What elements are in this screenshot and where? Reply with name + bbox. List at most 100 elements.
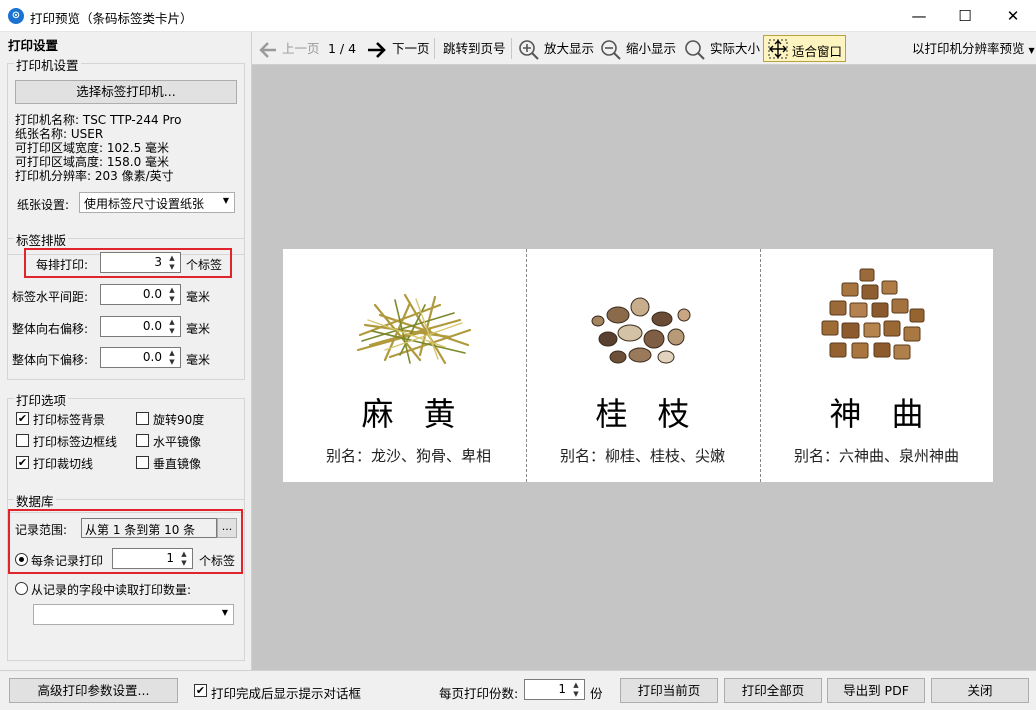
down-offset-stepper[interactable]: 0.0 ▲ ▼ [100,347,181,368]
panel-title: 打印设置 [8,38,59,53]
v-mirror-label: 垂直镜像 [153,457,202,471]
export-pdf-button[interactable]: 导出到 PDF [827,678,925,703]
herb-alias: 别名：六神曲、泉州神曲 [793,447,959,465]
print-cut-checkbox[interactable]: ✔ [16,456,29,469]
fit-window-icon [768,39,788,59]
label-card: 神曲 别名：六神曲、泉州神曲 [760,249,993,482]
range-picker-button[interactable]: ... [217,518,237,538]
database-group: 数据库 记录范围: 从第 1 条到第 10 条 ... 每条记录打印 1 ▲ ▼ … [7,491,245,661]
h-gap-stepper[interactable]: 0.0 ▲ ▼ [100,284,181,305]
down-offset-label: 整体向下偏移: [12,353,89,367]
arrow-right-icon [368,41,386,58]
arrow-left-icon [259,41,276,58]
toolbar-separator [511,38,512,59]
prev-page-button[interactable]: 上一页 [258,32,320,65]
from-field-radio[interactable] [15,582,28,595]
minimize-button[interactable]: — [896,0,942,32]
next-page-button[interactable]: 下一页 [366,32,430,65]
print-all-pages-button[interactable]: 打印全部页 [724,678,822,703]
page-indicator: 1 / 4 [328,41,357,56]
herb-image [821,268,925,360]
options-group-title: 打印选项 [14,390,69,409]
herb-image [356,293,472,365]
close-window-button[interactable]: ✕ [990,0,1036,32]
rotate90-label: 旋转90度 [153,413,205,427]
maximize-button[interactable]: ☐ [942,0,988,32]
herb-alias: 别名：柳桂、桂枝、尖嫩 [559,447,725,465]
copies-value: 1 [558,682,566,696]
bottom-bar: 高级打印参数设置... ✔ 打印完成后显示提示对话框 每页打印份数: 1 ▲ ▼ … [0,670,1036,710]
print-cut-label: 打印裁切线 [33,457,94,471]
per-row-label: 每排打印: [36,258,89,272]
fit-window-button[interactable]: 适合窗口 [763,35,846,62]
next-page-label: 下一页 [391,41,430,56]
range-field[interactable]: 从第 1 条到第 10 条 [81,518,217,538]
chevron-down-icon: ▼ [222,196,229,205]
each-record-label: 每条记录打印 [31,554,104,568]
each-record-value: 1 [166,551,174,565]
magnifier-icon [685,39,705,60]
db-group-title: 数据库 [14,491,56,510]
fit-window-label: 适合窗口 [792,44,843,59]
stepper-arrows-icon[interactable]: ▲ ▼ [166,318,178,336]
copies-label: 每页打印份数: [439,686,519,701]
layout-group-title: 标签排版 [14,230,69,249]
close-button[interactable]: 关闭 [931,678,1029,703]
herb-name: 桂枝 [595,395,720,433]
select-printer-button[interactable]: 选择标签打印机... [15,80,237,104]
right-offset-stepper[interactable]: 0.0 ▲ ▼ [100,316,181,337]
stepper-arrows-icon[interactable]: ▲ ▼ [166,254,178,272]
copies-unit: 份 [590,686,603,701]
print-border-checkbox[interactable] [16,434,29,447]
print-settings-panel: 打印设置 打印机设置 选择标签打印机... 打印机名称: TSC TTP-244… [0,32,252,670]
copies-stepper[interactable]: 1 ▲ ▼ [524,679,585,700]
v-mirror-checkbox[interactable] [136,456,149,469]
prev-page-label: 上一页 [281,41,320,56]
from-field-select[interactable]: ▼ [33,604,234,625]
print-bg-checkbox[interactable]: ✔ [16,412,29,425]
actual-size-label: 实际大小 [709,41,760,56]
down-offset-unit: 毫米 [186,353,211,367]
range-label: 记录范围: [15,523,68,537]
range-value: 从第 1 条到第 10 条 [85,523,196,537]
h-gap-unit: 毫米 [186,290,211,304]
zoom-out-button[interactable]: 缩小显示 [600,32,676,65]
down-offset-value: 0.0 [142,350,162,364]
app-icon: ⊙ [8,8,24,24]
stepper-arrows-icon[interactable]: ▲ ▼ [178,550,190,568]
h-gap-label: 标签水平间距: [12,290,89,304]
stepper-arrows-icon[interactable]: ▲ ▼ [166,349,178,367]
show-dialog-label: 打印完成后显示提示对话框 [211,686,362,701]
herb-alias: 别名：龙沙、狗骨、卑相 [325,447,491,465]
jump-to-page-button[interactable]: 跳转到页号 [443,32,506,65]
h-mirror-checkbox[interactable] [136,434,149,447]
zoom-in-label: 放大显示 [543,41,594,56]
herb-name: 神曲 [829,395,954,433]
rotate90-checkbox[interactable] [136,412,149,425]
from-field-label: 从记录的字段中读取打印数量: [31,583,192,597]
chevron-down-icon: ▼ [221,608,228,617]
each-record-radio[interactable] [15,553,28,566]
show-dialog-checkbox[interactable]: ✔ [194,684,207,697]
actual-size-button[interactable]: 实际大小 [684,32,760,65]
print-bg-label: 打印标签背景 [33,413,106,427]
stepper-arrows-icon[interactable]: ▲ ▼ [166,286,178,304]
herb-name: 麻黄 [361,395,486,433]
preview-toolbar: 上一页 1 / 4 下一页 跳转到页号 放大显示 缩小显示 实际大小 适合窗口 … [252,32,1036,65]
zoom-out-label: 缩小显示 [625,41,676,56]
h-gap-value: 0.0 [142,287,162,301]
label-page: 麻黄 别名：龙沙、狗骨、卑相 桂枝 别名：柳桂、桂枝、尖嫩 神曲 别名：六神曲、… [283,249,993,482]
stepper-arrows-icon[interactable]: ▲ ▼ [570,681,582,699]
advanced-settings-button[interactable]: 高级打印参数设置... [9,678,178,703]
toolbar-separator [434,38,435,59]
printer-group-title: 打印机设置 [14,55,81,74]
per-row-stepper[interactable]: 3 ▲ ▼ [100,252,181,273]
window-title: 打印预览（条码标签类卡片） [30,11,193,26]
paper-setting-select[interactable]: 使用标签尺寸设置纸张 ▼ [79,192,235,213]
print-current-page-button[interactable]: 打印当前页 [620,678,718,703]
zoom-in-button[interactable]: 放大显示 [518,32,594,65]
label-card: 麻黄 别名：龙沙、狗骨、卑相 [292,249,525,482]
each-record-stepper[interactable]: 1 ▲ ▼ [112,548,193,569]
label-layout-group: 标签排版 每排打印: 3 ▲ ▼ 个标签 标签水平间距: 0.0 ▲ ▼ 毫米 整体… [7,230,245,380]
resolution-preview-dropdown[interactable]: 以打印机分辨率预览 ▼ [912,32,1035,65]
